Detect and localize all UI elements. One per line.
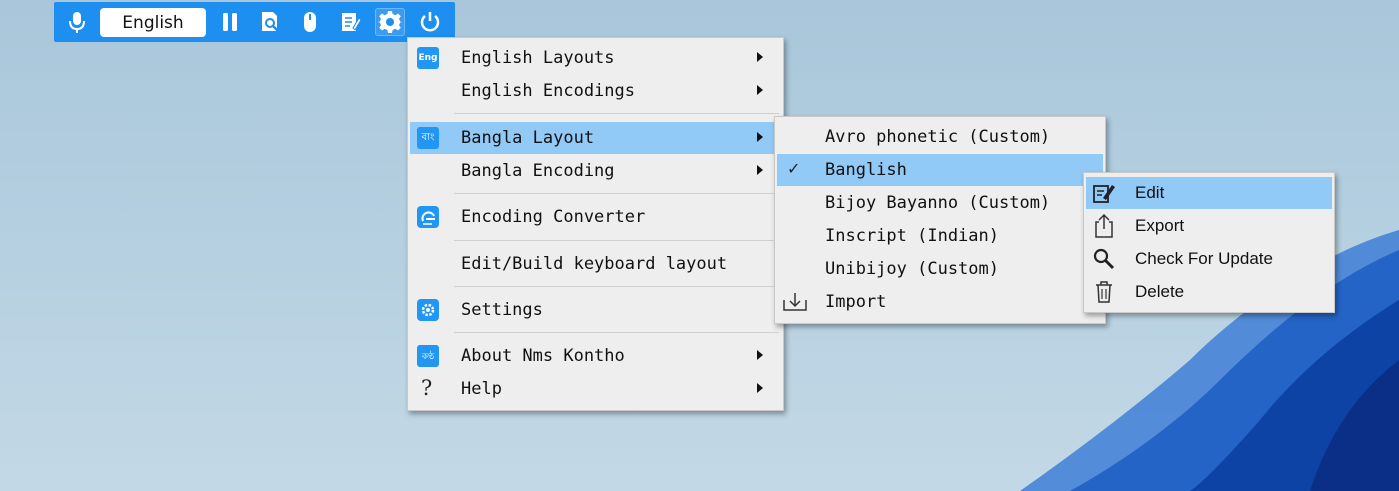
menu-item-bangla-encoding[interactable]: Bangla Encoding <box>410 155 781 187</box>
language-indicator[interactable]: English <box>100 8 206 37</box>
menu-item-english-encodings[interactable]: English Encodings <box>410 75 781 107</box>
action-item-check-update[interactable]: Check For Update <box>1086 243 1332 275</box>
menu-item-label: Avro phonetic (Custom) <box>825 127 1051 147</box>
settings-button[interactable] <box>375 8 405 36</box>
settings-icon <box>417 299 439 321</box>
menu-item-label: Settings <box>461 300 543 320</box>
menu-separator <box>454 332 779 333</box>
menu-item-label: Import <box>825 292 887 312</box>
language-toolbar: English <box>54 2 455 42</box>
menu-item-label: English Layouts <box>461 48 615 68</box>
menu-item-label: Export <box>1135 216 1185 235</box>
menu-item-label: Bijoy Bayanno (Custom) <box>825 193 1051 213</box>
notepad-icon <box>342 13 361 31</box>
eng-icon: Eng <box>417 47 439 69</box>
notepad-button[interactable] <box>335 8 365 36</box>
menu-item-label: Unibijoy (Custom) <box>825 259 999 279</box>
pause-icon <box>223 13 237 31</box>
menu-separator <box>454 193 779 194</box>
menu-item-label: Help <box>461 379 502 399</box>
menu-item-label: Edit/Build keyboard layout <box>461 254 728 274</box>
bangla-icon: বাং <box>417 127 439 149</box>
submenu-arrow-icon <box>757 165 763 175</box>
menu-item-label: Bangla Encoding <box>461 161 615 181</box>
submenu-arrow-icon <box>757 350 763 360</box>
menu-item-english-layouts[interactable]: Eng English Layouts <box>410 42 781 74</box>
menu-item-label: Bangla Layout <box>461 128 595 148</box>
menu-separator <box>454 240 779 241</box>
main-context-menu: Eng English Layouts English Encodings বা… <box>407 37 784 411</box>
menu-item-encoding-converter[interactable]: Encoding Converter <box>410 201 781 233</box>
layout-item-avro[interactable]: Avro phonetic (Custom) <box>777 121 1103 153</box>
checkmark-icon: ✓ <box>787 159 801 178</box>
submenu-arrow-icon <box>757 52 763 62</box>
submenu-arrow-icon <box>757 383 763 393</box>
power-icon <box>420 12 440 32</box>
trash-icon <box>1096 281 1112 303</box>
edit-icon <box>1093 185 1115 203</box>
menu-item-bangla-layout[interactable]: বাং Bangla Layout <box>410 122 781 154</box>
layout-item-import[interactable]: Import <box>777 286 1103 318</box>
menu-item-help[interactable]: ? Help <box>410 373 781 405</box>
action-item-delete[interactable]: Delete <box>1086 276 1332 308</box>
action-item-edit[interactable]: Edit <box>1086 177 1332 209</box>
menu-separator <box>454 113 779 114</box>
submenu-arrow-icon <box>757 132 763 142</box>
magnifier-icon <box>1093 248 1115 270</box>
menu-item-label: Edit <box>1135 183 1165 202</box>
microphone-icon <box>69 12 85 33</box>
menu-separator <box>454 286 779 287</box>
converter-icon <box>417 206 439 228</box>
menu-item-label: About Nms Kontho <box>461 346 625 366</box>
export-icon <box>1095 213 1113 238</box>
search-doc-icon <box>262 12 279 32</box>
kontho-icon: কণ্ঠ <box>417 345 439 367</box>
power-button[interactable] <box>415 8 445 36</box>
menu-item-label: Banglish <box>825 160 907 180</box>
gear-icon <box>378 11 402 33</box>
action-item-export[interactable]: Export <box>1086 210 1332 242</box>
menu-item-edit-build-layout[interactable]: Edit/Build keyboard layout <box>410 248 781 280</box>
menu-item-label: Encoding Converter <box>461 207 646 227</box>
menu-item-about[interactable]: কণ্ঠ About Nms Kontho <box>410 340 781 372</box>
bangla-layout-submenu: Avro phonetic (Custom) ✓ Banglish Bijoy … <box>774 116 1106 324</box>
layout-item-banglish[interactable]: ✓ Banglish <box>777 154 1103 186</box>
layout-item-bijoy[interactable]: Bijoy Bayanno (Custom) <box>777 187 1103 219</box>
layout-item-unibijoy[interactable]: Unibijoy (Custom) <box>777 253 1103 285</box>
layout-item-inscript[interactable]: Inscript (Indian) <box>777 220 1103 252</box>
menu-item-label: Inscript (Indian) <box>825 226 999 246</box>
mouse-icon <box>304 12 316 32</box>
menu-item-label: Delete <box>1135 282 1185 301</box>
menu-item-label: English Encodings <box>461 81 635 101</box>
question-icon: ? <box>421 376 433 400</box>
microphone-button[interactable] <box>62 8 92 36</box>
import-icon <box>783 293 807 311</box>
pause-button[interactable] <box>215 8 245 36</box>
submenu-arrow-icon <box>757 85 763 95</box>
mouse-button[interactable] <box>295 8 325 36</box>
layout-action-submenu: Edit Export Check For Update Delete <box>1083 172 1335 313</box>
search-doc-button[interactable] <box>255 8 285 36</box>
menu-item-label: Check For Update <box>1135 249 1273 268</box>
menu-item-settings[interactable]: Settings <box>410 294 781 326</box>
